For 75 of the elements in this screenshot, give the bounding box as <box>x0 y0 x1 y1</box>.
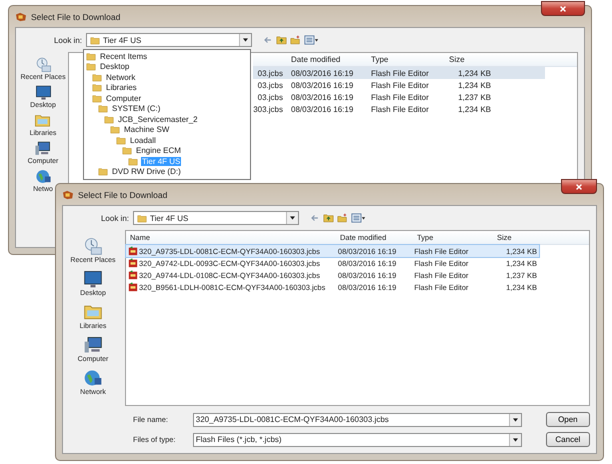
new-folder-icon[interactable] <box>337 213 348 223</box>
type-cell-text: Flash File Editor <box>370 80 430 90</box>
window-title: Select File to Download <box>31 12 122 22</box>
location-item[interactable]: Network <box>105 72 136 82</box>
file-name[interactable]: 03.jcbs <box>253 80 287 90</box>
look-in-dropdown[interactable]: Tier 4F US <box>133 211 299 225</box>
column-header[interactable]: Size <box>445 55 493 64</box>
file-row[interactable]: 03.jcbs 08/03/2016 16:19 Flash File Editor 1,234 KB <box>253 67 545 79</box>
location-item[interactable]: SYSTEM (C:) <box>111 104 162 114</box>
file-name[interactable]: 03.jcbs <box>253 92 287 102</box>
type-cell-text: Flash File Editor <box>370 104 430 114</box>
location-item[interactable]: Recent Items <box>99 52 148 61</box>
location-item[interactable]: Libraries <box>105 83 138 92</box>
column-header[interactable]: Type <box>367 55 445 64</box>
view-menu-icon[interactable] <box>351 213 366 223</box>
look-in-dropdown[interactable]: Tier 4F US <box>86 33 252 47</box>
file-name-field[interactable]: 320_A9735-LDL-0081C-ECM-QYF34A00-160303.jcbs <box>192 412 522 426</box>
app-icon <box>15 12 27 22</box>
network-icon <box>34 168 52 185</box>
date-cell-text: 08/03/2016 16:19 <box>290 80 354 90</box>
date-cell-text: 08/03/2016 16:19 <box>290 68 354 78</box>
cancel-button[interactable]: Cancel <box>546 432 590 447</box>
new-folder-icon[interactable] <box>290 35 301 45</box>
file-icon <box>128 282 138 292</box>
up-folder-icon[interactable] <box>276 35 287 45</box>
close-icon <box>559 4 567 12</box>
size-cell-text: 1,234 KB <box>457 104 492 114</box>
file-icon <box>128 258 138 268</box>
location-item[interactable]: JCB_Servicemaster_2 <box>117 114 199 124</box>
caret-icon <box>290 216 295 220</box>
caret-icon <box>512 418 518 422</box>
close-icon <box>575 182 583 190</box>
open-button[interactable]: Open <box>546 412 590 427</box>
desktop-icon <box>83 269 103 289</box>
computer-icon <box>34 140 52 157</box>
date-cell-text: 08/03/2016 16:19 <box>290 104 354 114</box>
location-item[interactable]: Machine SW <box>123 125 170 134</box>
file-name[interactable]: 03.jcbs <box>253 68 287 78</box>
location-item[interactable]: Loadall <box>129 136 157 145</box>
caret-icon <box>512 438 518 442</box>
type-cell-text: Flash File Editor <box>370 68 430 78</box>
type-cell-text: Flash File Editor <box>370 92 430 102</box>
computer-icon <box>82 335 103 355</box>
file-name[interactable]: 303.jcbs <box>253 104 287 114</box>
folder-icon <box>98 167 108 176</box>
folder-icon <box>137 214 147 222</box>
app-icon <box>62 190 74 200</box>
location-item[interactable]: Desktop <box>99 62 130 72</box>
close-button[interactable] <box>541 1 585 16</box>
look-in-label: Look in: <box>100 214 129 222</box>
file-row[interactable]: 03.jcbs 08/03/2016 16:19 Flash File Editor 1,234 KB <box>253 79 545 91</box>
column-header[interactable]: Date modified <box>287 55 367 64</box>
file-icon <box>128 246 138 256</box>
location-item[interactable]: Engine ECM <box>135 146 182 156</box>
caret-icon <box>243 38 248 42</box>
view-menu-icon[interactable] <box>304 35 319 45</box>
look-in-label: Look in: <box>52 36 82 44</box>
location-item[interactable]: Computer <box>105 94 142 103</box>
file-type-dropdown[interactable]: Flash Files (*.jcb, *.jcbs) <box>192 432 522 446</box>
network-icon <box>83 368 103 388</box>
date-cell-text: 08/03/2016 16:19 <box>290 92 354 102</box>
up-folder-icon[interactable] <box>323 213 334 223</box>
file-icon <box>128 270 138 280</box>
desktop-icon <box>34 84 52 101</box>
size-cell-text: 1,234 KB <box>457 80 492 90</box>
recent-places-icon <box>34 56 52 73</box>
close-button[interactable] <box>561 179 597 194</box>
size-cell-text: 1,237 KB <box>457 92 492 102</box>
file-row[interactable]: 03.jcbs 08/03/2016 16:19 Flash File Editor 1,237 KB <box>253 91 545 103</box>
file-row[interactable]: 303.jcbs 08/03/2016 16:19 Flash File Editor 1,234 KB <box>253 103 545 115</box>
size-cell-text: 1,234 KB <box>457 68 492 78</box>
location-item[interactable]: DVD RW Drive (D:) <box>111 167 182 176</box>
recent-places-icon <box>82 236 103 256</box>
libraries-icon <box>34 112 52 129</box>
window-title: Select File to Download <box>78 190 168 200</box>
